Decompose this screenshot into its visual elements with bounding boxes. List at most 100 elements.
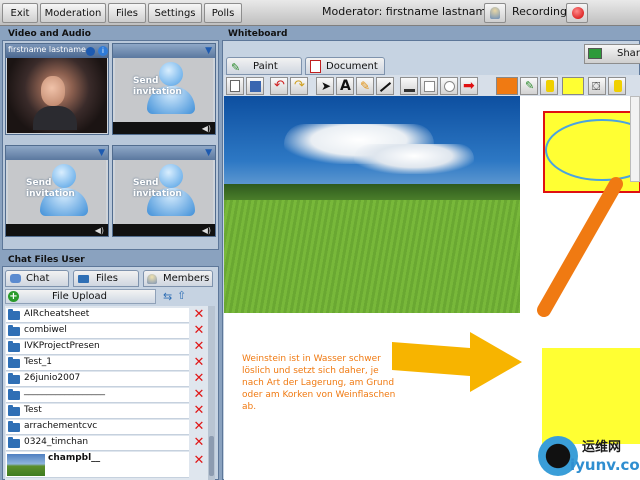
mute-icon[interactable] (86, 47, 95, 56)
stroke-color-swatch[interactable] (496, 77, 518, 95)
yellow-arrow-shape[interactable] (392, 332, 522, 392)
undo-tool[interactable]: ↶ (270, 77, 288, 95)
scrollbar-thumb[interactable] (209, 436, 214, 476)
delete-icon[interactable]: ✕ (192, 388, 206, 402)
recording-label: Recording: (512, 5, 571, 18)
fill-bucket-icon (546, 80, 554, 92)
video-tile-footer: ◀) (113, 224, 215, 236)
record-button[interactable] (566, 3, 588, 23)
share-button[interactable]: Shar (584, 44, 640, 64)
file-upload-bar[interactable]: + File Upload (5, 289, 156, 304)
file-row[interactable]: IVKProjectPresen (6, 340, 189, 355)
paint-bucket-tool[interactable]: ⛋ (588, 77, 606, 95)
whiteboard-canvas[interactable]: 运维网 iyunv.com (224, 96, 640, 480)
tab-document[interactable]: Document (305, 57, 385, 75)
pencil-tool[interactable]: ✎ (356, 77, 374, 95)
rectangle-tool[interactable] (420, 77, 438, 95)
menu-exit[interactable]: Exit (2, 3, 38, 23)
menu-polls[interactable]: Polls (204, 3, 242, 23)
file-row[interactable]: Test_1 (6, 356, 189, 371)
file-row[interactable]: __________________ (6, 386, 189, 403)
stroke-pencil-tool[interactable]: ✎ (520, 77, 538, 95)
delete-icon[interactable]: ✕ (192, 404, 206, 418)
new-page-tool[interactable] (226, 77, 244, 95)
delete-icon[interactable]: ✕ (192, 454, 206, 468)
watermark-logo: 运维网 iyunv.com (534, 434, 640, 480)
pencil-icon: ✎ (525, 79, 535, 92)
video-tile-invite-3[interactable]: ▼ Send invitation ◀) (112, 145, 216, 237)
tab-members-label: Members (163, 273, 210, 284)
underline-icon (404, 89, 415, 92)
video-tile-invite-1[interactable]: ▼ Send invitation ◀) (112, 43, 216, 135)
text-icon: A (340, 78, 351, 94)
tab-paint[interactable]: ✎ Paint (226, 57, 302, 75)
file-row[interactable]: AIRcheatsheet (6, 308, 189, 323)
delete-icon[interactable]: ✕ (192, 420, 206, 434)
delete-icon[interactable]: ✕ (192, 372, 206, 386)
add-file-icon: + (8, 291, 19, 302)
file-row[interactable]: 0324_timchan (6, 436, 189, 451)
redo-tool[interactable]: ↷ (290, 77, 308, 95)
delete-icon[interactable]: ✕ (192, 308, 206, 322)
save-tool[interactable] (246, 77, 264, 95)
delete-icon[interactable]: ✕ (192, 436, 206, 450)
arrow-tool[interactable]: ➡ (460, 77, 478, 95)
yellow-square-shape[interactable] (542, 348, 640, 444)
tab-chat[interactable]: Chat (5, 270, 69, 287)
whiteboard-title: Whiteboard (228, 29, 288, 39)
video-tile-body: Send invitation (115, 58, 213, 122)
file-row[interactable]: combiwel (6, 324, 189, 339)
orange-line-shape[interactable] (537, 177, 623, 317)
chevron-down-icon[interactable]: ▼ (205, 46, 212, 56)
record-icon (572, 7, 584, 19)
line-tool[interactable] (376, 77, 394, 95)
folder-icon (8, 357, 20, 368)
chevron-down-icon[interactable]: ▼ (98, 148, 105, 158)
text-tool[interactable]: A (336, 77, 354, 95)
file-row[interactable]: arrachementcvc (6, 420, 189, 435)
file-name: IVKProjectPresen (24, 341, 100, 351)
speaker-icon[interactable]: ◀) (202, 124, 211, 133)
pointer-tool[interactable]: ➤ (316, 77, 334, 95)
highlight-tool[interactable] (608, 77, 626, 95)
pencil-icon: ✎ (360, 79, 371, 93)
fill-color-swatch[interactable] (562, 77, 584, 95)
ellipse-tool[interactable] (440, 77, 458, 95)
webcam-stream (7, 58, 107, 133)
chevron-down-icon[interactable]: ▼ (205, 148, 212, 158)
file-row[interactable]: champbl__ (6, 452, 189, 478)
info-icon[interactable]: i (98, 46, 108, 56)
folder-icon (8, 341, 20, 352)
underline-tool[interactable] (400, 77, 418, 95)
tab-files[interactable]: Files (73, 270, 139, 287)
video-tile-invite-2[interactable]: ▼ Send invitation ◀) (5, 145, 109, 237)
drawing-layer (392, 111, 640, 444)
tab-chat-label: Chat (26, 273, 50, 284)
menu-settings[interactable]: Settings (148, 3, 202, 23)
whiteboard-annotation-text[interactable]: Weinstein ist in Wasser schwer löslich u… (242, 353, 402, 413)
file-row[interactable]: 26junio2007 (6, 372, 189, 387)
send-invitation-label: Send invitation (133, 76, 182, 98)
refresh-icon[interactable]: ⇆ (163, 290, 172, 303)
canvas-scroll-handle[interactable] (630, 96, 640, 182)
speaker-icon[interactable]: ◀) (95, 226, 104, 235)
video-tile-header: ▼ (113, 146, 215, 160)
file-row[interactable]: Test (6, 404, 189, 419)
upload-arrow-icon[interactable]: ⇧ (177, 289, 186, 302)
menu-files[interactable]: Files (108, 3, 146, 23)
video-tile-body: Send invitation (115, 160, 213, 224)
file-name: __________________ (24, 386, 105, 396)
users-icon (490, 7, 500, 19)
menu-moderation[interactable]: Moderation (40, 3, 106, 23)
fill-bucket-tool[interactable] (540, 77, 558, 95)
user-settings-button[interactable] (484, 3, 506, 23)
tab-members[interactable]: Members (143, 270, 213, 287)
delete-icon[interactable]: ✕ (192, 340, 206, 354)
speaker-icon[interactable]: ◀) (202, 226, 211, 235)
file-list-scrollbar[interactable] (208, 306, 215, 480)
video-panel-title: Video and Audio (8, 29, 91, 39)
delete-icon[interactable]: ✕ (192, 324, 206, 338)
delete-icon[interactable]: ✕ (192, 356, 206, 370)
file-name: Test_1 (24, 357, 52, 367)
watermark-url: iyunv.com (570, 456, 640, 474)
